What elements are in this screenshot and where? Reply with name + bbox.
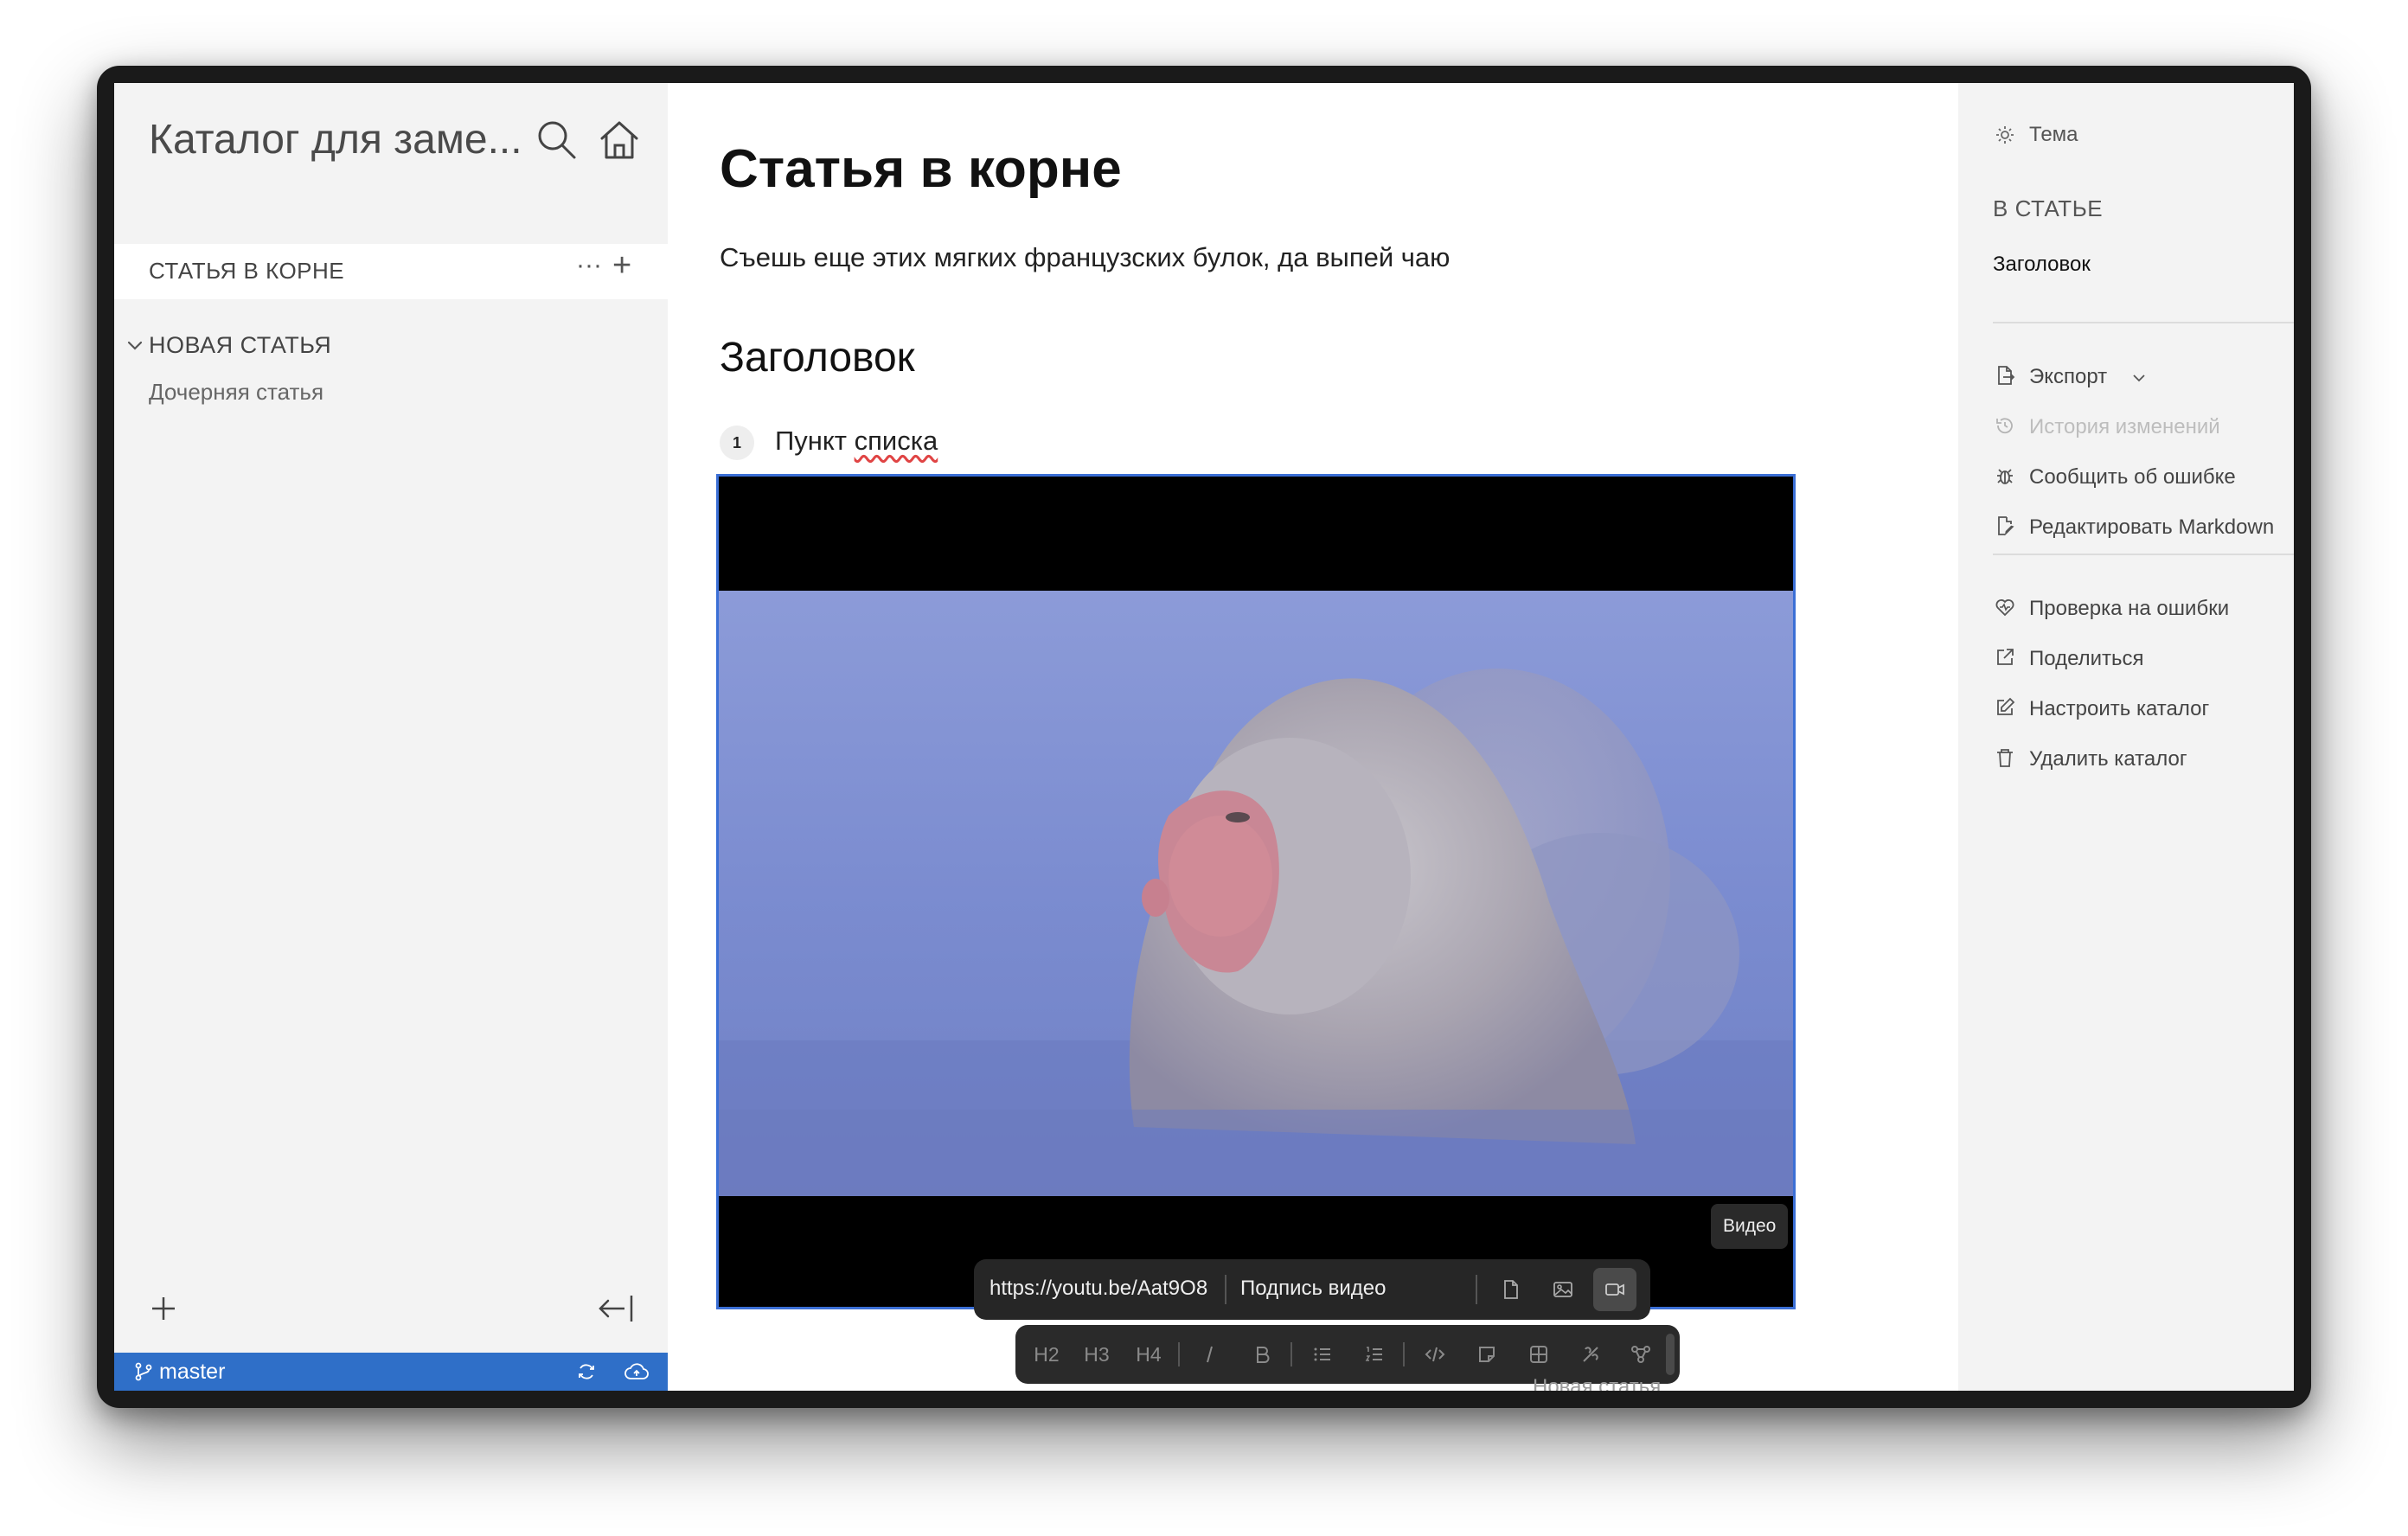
sync-icon[interactable] xyxy=(576,1361,597,1382)
video-tooltip: Видео xyxy=(1711,1204,1789,1249)
history-label: История изменений xyxy=(2029,415,2220,438)
git-branch-icon xyxy=(135,1362,152,1381)
bug-icon xyxy=(1997,469,2013,484)
add-icon[interactable] xyxy=(149,1294,178,1323)
list-number: 1 xyxy=(720,426,754,460)
cloud-upload-icon[interactable] xyxy=(624,1361,649,1382)
table-button[interactable] xyxy=(1517,1334,1560,1375)
code-button[interactable] xyxy=(1413,1334,1457,1375)
export-label: Экспорт xyxy=(2029,365,2108,388)
bullet-list-icon xyxy=(1314,1347,1330,1361)
share-label: Поделиться xyxy=(2029,647,2144,670)
sidebar-item-new-article[interactable]: НОВАЯ СТАТЬЯ xyxy=(149,332,331,359)
bold-button[interactable] xyxy=(1240,1334,1284,1375)
code-icon xyxy=(1425,1347,1445,1362)
video-icon xyxy=(1605,1283,1624,1296)
configure-catalog-label: Настроить каталог xyxy=(2029,697,2210,720)
divider xyxy=(1225,1275,1226,1304)
video-button[interactable] xyxy=(1593,1268,1636,1311)
collapse-sidebar-icon[interactable] xyxy=(597,1294,635,1323)
link-button[interactable] xyxy=(1569,1334,1612,1375)
sun-icon xyxy=(1996,126,2014,144)
article-paragraph[interactable]: Съешь еще этих мягких французских булок,… xyxy=(720,242,1450,273)
bold-icon xyxy=(1257,1347,1270,1363)
italic-icon xyxy=(1207,1346,1213,1363)
table-icon xyxy=(1530,1346,1547,1363)
list-item[interactable]: Пункт списка xyxy=(775,426,938,457)
delete-catalog-label: Удалить каталог xyxy=(2029,747,2187,771)
video-url-input[interactable]: https://youtu.be/Aat9O8 xyxy=(989,1277,1223,1301)
report-bug-label: Сообщить об ошибке xyxy=(2029,465,2236,489)
file-icon xyxy=(1504,1280,1518,1299)
file-insert-button[interactable] xyxy=(1666,1334,1675,1375)
list-item-text: Пункт xyxy=(775,426,855,456)
theme-toggle[interactable]: Тема xyxy=(2029,123,2078,147)
image-button[interactable] xyxy=(1541,1268,1585,1311)
trash-icon xyxy=(1997,749,2013,767)
divider xyxy=(1178,1342,1180,1366)
video-frame xyxy=(719,591,1793,1196)
history-icon xyxy=(1996,418,2013,434)
heart-check-icon xyxy=(1995,599,2014,617)
add-article-button[interactable]: + xyxy=(612,247,631,285)
diagram-button[interactable] xyxy=(1619,1334,1662,1375)
sidebar-item-child-article[interactable]: Дочерняя статья xyxy=(149,379,323,406)
toc-item[interactable]: Заголовок xyxy=(1993,253,2091,277)
article-editor: Статья в корне Съешь еще этих мягких фра… xyxy=(668,83,1958,1391)
home-icon[interactable] xyxy=(595,116,644,164)
edit-file-icon xyxy=(1998,516,2014,536)
chevron-down-icon[interactable] xyxy=(126,337,144,355)
misspelled-word[interactable]: списка xyxy=(855,426,938,456)
export-icon xyxy=(1998,366,2015,385)
settings-edit-icon xyxy=(1997,697,2015,715)
bullet-list-button[interactable] xyxy=(1301,1334,1344,1375)
sidebar-item-root-article[interactable]: СТАТЬЯ В КОРНЕ ··· + xyxy=(114,244,668,299)
link-icon xyxy=(1583,1347,1598,1362)
article-heading[interactable]: Заголовок xyxy=(720,334,915,381)
next-article-link[interactable]: Новая статья xyxy=(1533,1375,1661,1391)
sidebar-item-label: СТАТЬЯ В КОРНЕ xyxy=(149,258,345,284)
toc-heading: В СТАТЬЕ xyxy=(1993,195,2104,221)
divider xyxy=(1993,322,2294,323)
diagram-icon xyxy=(1631,1346,1650,1363)
branch-name[interactable]: master xyxy=(159,1360,225,1385)
app-window: Каталог для заме... СТАТЬЯ В КОРНЕ ··· +… xyxy=(114,83,2294,1391)
numbered-list-button[interactable] xyxy=(1353,1334,1396,1375)
divider xyxy=(1403,1342,1405,1366)
more-icon[interactable]: ··· xyxy=(576,251,602,280)
note-icon xyxy=(1479,1347,1495,1362)
check-errors-label: Проверка на ошибки xyxy=(2029,597,2230,620)
italic-button[interactable] xyxy=(1188,1334,1232,1375)
video-toolbar: https://youtu.be/Aat9O8 Подпись видео xyxy=(974,1259,1650,1320)
edit-markdown-label: Редактировать Markdown xyxy=(2029,515,2275,539)
video-embed[interactable] xyxy=(716,474,1796,1309)
search-icon[interactable] xyxy=(533,116,581,164)
catalog-title[interactable]: Каталог для заме... xyxy=(149,116,522,163)
note-button[interactable] xyxy=(1465,1334,1508,1375)
right-sidebar: Тема В СТАТЬЕ Заголовок Экспорт История … xyxy=(1958,83,2294,1391)
file-button[interactable] xyxy=(1489,1268,1533,1311)
heading3-button[interactable]: H3 xyxy=(1074,1334,1119,1375)
numbered-list-icon xyxy=(1365,1347,1382,1361)
image-icon xyxy=(1553,1282,1572,1297)
share-icon xyxy=(1997,649,2014,665)
heading4-button[interactable]: H4 xyxy=(1126,1334,1171,1375)
status-bar: master xyxy=(114,1353,668,1391)
left-sidebar: Каталог для заме... СТАТЬЯ В КОРНЕ ··· +… xyxy=(114,83,668,1391)
divider xyxy=(1290,1342,1292,1366)
video-caption-input[interactable]: Подпись видео xyxy=(1240,1277,1387,1301)
chevron-down-icon xyxy=(2133,374,2145,382)
divider xyxy=(1993,554,2294,555)
page-title[interactable]: Статья в корне xyxy=(720,138,1122,200)
heading2-button[interactable]: H2 xyxy=(1024,1334,1069,1375)
divider xyxy=(1476,1275,1477,1304)
